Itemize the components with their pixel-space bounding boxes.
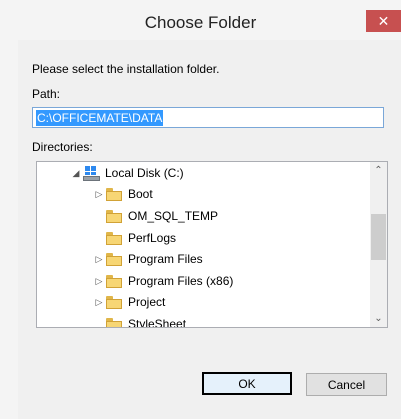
tree-item-label: StyleSheet xyxy=(128,317,187,328)
folder-icon xyxy=(106,209,122,223)
directories-label: Directories: xyxy=(32,140,93,154)
directory-tree[interactable]: ◢ Local Disk (C:) ▷ Boot OM_SQL_TEMP Per… xyxy=(36,161,388,328)
tree-item-project[interactable]: ▷ Project xyxy=(92,292,166,312)
path-input[interactable]: C:\OFFICEMATE\DATA xyxy=(32,107,384,128)
folder-icon xyxy=(106,274,122,288)
tree-item-label: Project xyxy=(128,295,166,309)
expand-arrow-icon[interactable]: ▷ xyxy=(92,254,106,265)
tree-vertical-scrollbar[interactable]: ⌃ ⌄ xyxy=(370,162,387,327)
title-bar: Choose Folder ✕ xyxy=(0,0,401,40)
tree-item-program-files[interactable]: ▷ Program Files xyxy=(92,249,203,269)
tree-item-label: Program Files xyxy=(128,252,203,266)
tree-item-perflogs[interactable]: PerfLogs xyxy=(92,228,176,248)
tree-root-local-disk[interactable]: ◢ Local Disk (C:) xyxy=(69,163,184,183)
ok-button[interactable]: OK xyxy=(202,372,292,395)
folder-icon xyxy=(106,252,122,266)
tree-item-boot[interactable]: ▷ Boot xyxy=(92,184,153,204)
path-value: C:\OFFICEMATE\DATA xyxy=(36,110,164,126)
tree-item-label: Local Disk (C:) xyxy=(105,166,184,180)
tree-item-program-files-x86[interactable]: ▷ Program Files (x86) xyxy=(92,271,234,291)
expand-arrow-icon[interactable]: ▷ xyxy=(92,297,106,308)
drive-icon xyxy=(83,165,100,181)
tree-item-om-sql-temp[interactable]: OM_SQL_TEMP xyxy=(92,206,218,226)
folder-icon xyxy=(106,187,122,201)
close-button[interactable]: ✕ xyxy=(366,10,401,32)
dialog-title: Choose Folder xyxy=(144,13,257,32)
collapse-arrow-icon[interactable]: ◢ xyxy=(69,168,83,179)
chevron-down-icon: ⌄ xyxy=(374,313,383,324)
scroll-up-button[interactable]: ⌃ xyxy=(370,162,387,179)
folder-icon xyxy=(106,317,122,327)
tree-item-stylesheet[interactable]: StyleSheet xyxy=(92,314,187,328)
choose-folder-dialog: Choose Folder ✕ Please select the instal… xyxy=(0,0,401,419)
close-icon: ✕ xyxy=(377,12,390,29)
scroll-down-button[interactable]: ⌄ xyxy=(370,310,387,327)
tree-item-label: Program Files (x86) xyxy=(128,274,234,288)
tree-item-label: PerfLogs xyxy=(128,231,177,245)
window-left-border xyxy=(0,40,18,419)
folder-icon xyxy=(106,295,122,309)
path-label: Path: xyxy=(32,87,61,101)
chevron-up-icon: ⌃ xyxy=(374,165,383,176)
scroll-thumb[interactable] xyxy=(371,214,386,260)
folder-icon xyxy=(106,231,122,245)
instruction-text: Please select the installation folder. xyxy=(32,62,220,76)
expand-arrow-icon[interactable]: ▷ xyxy=(92,189,106,200)
expand-arrow-icon[interactable]: ▷ xyxy=(92,276,106,287)
tree-item-label: OM_SQL_TEMP xyxy=(128,209,219,223)
cancel-button[interactable]: Cancel xyxy=(306,373,387,396)
tree-item-label: Boot xyxy=(128,187,153,201)
